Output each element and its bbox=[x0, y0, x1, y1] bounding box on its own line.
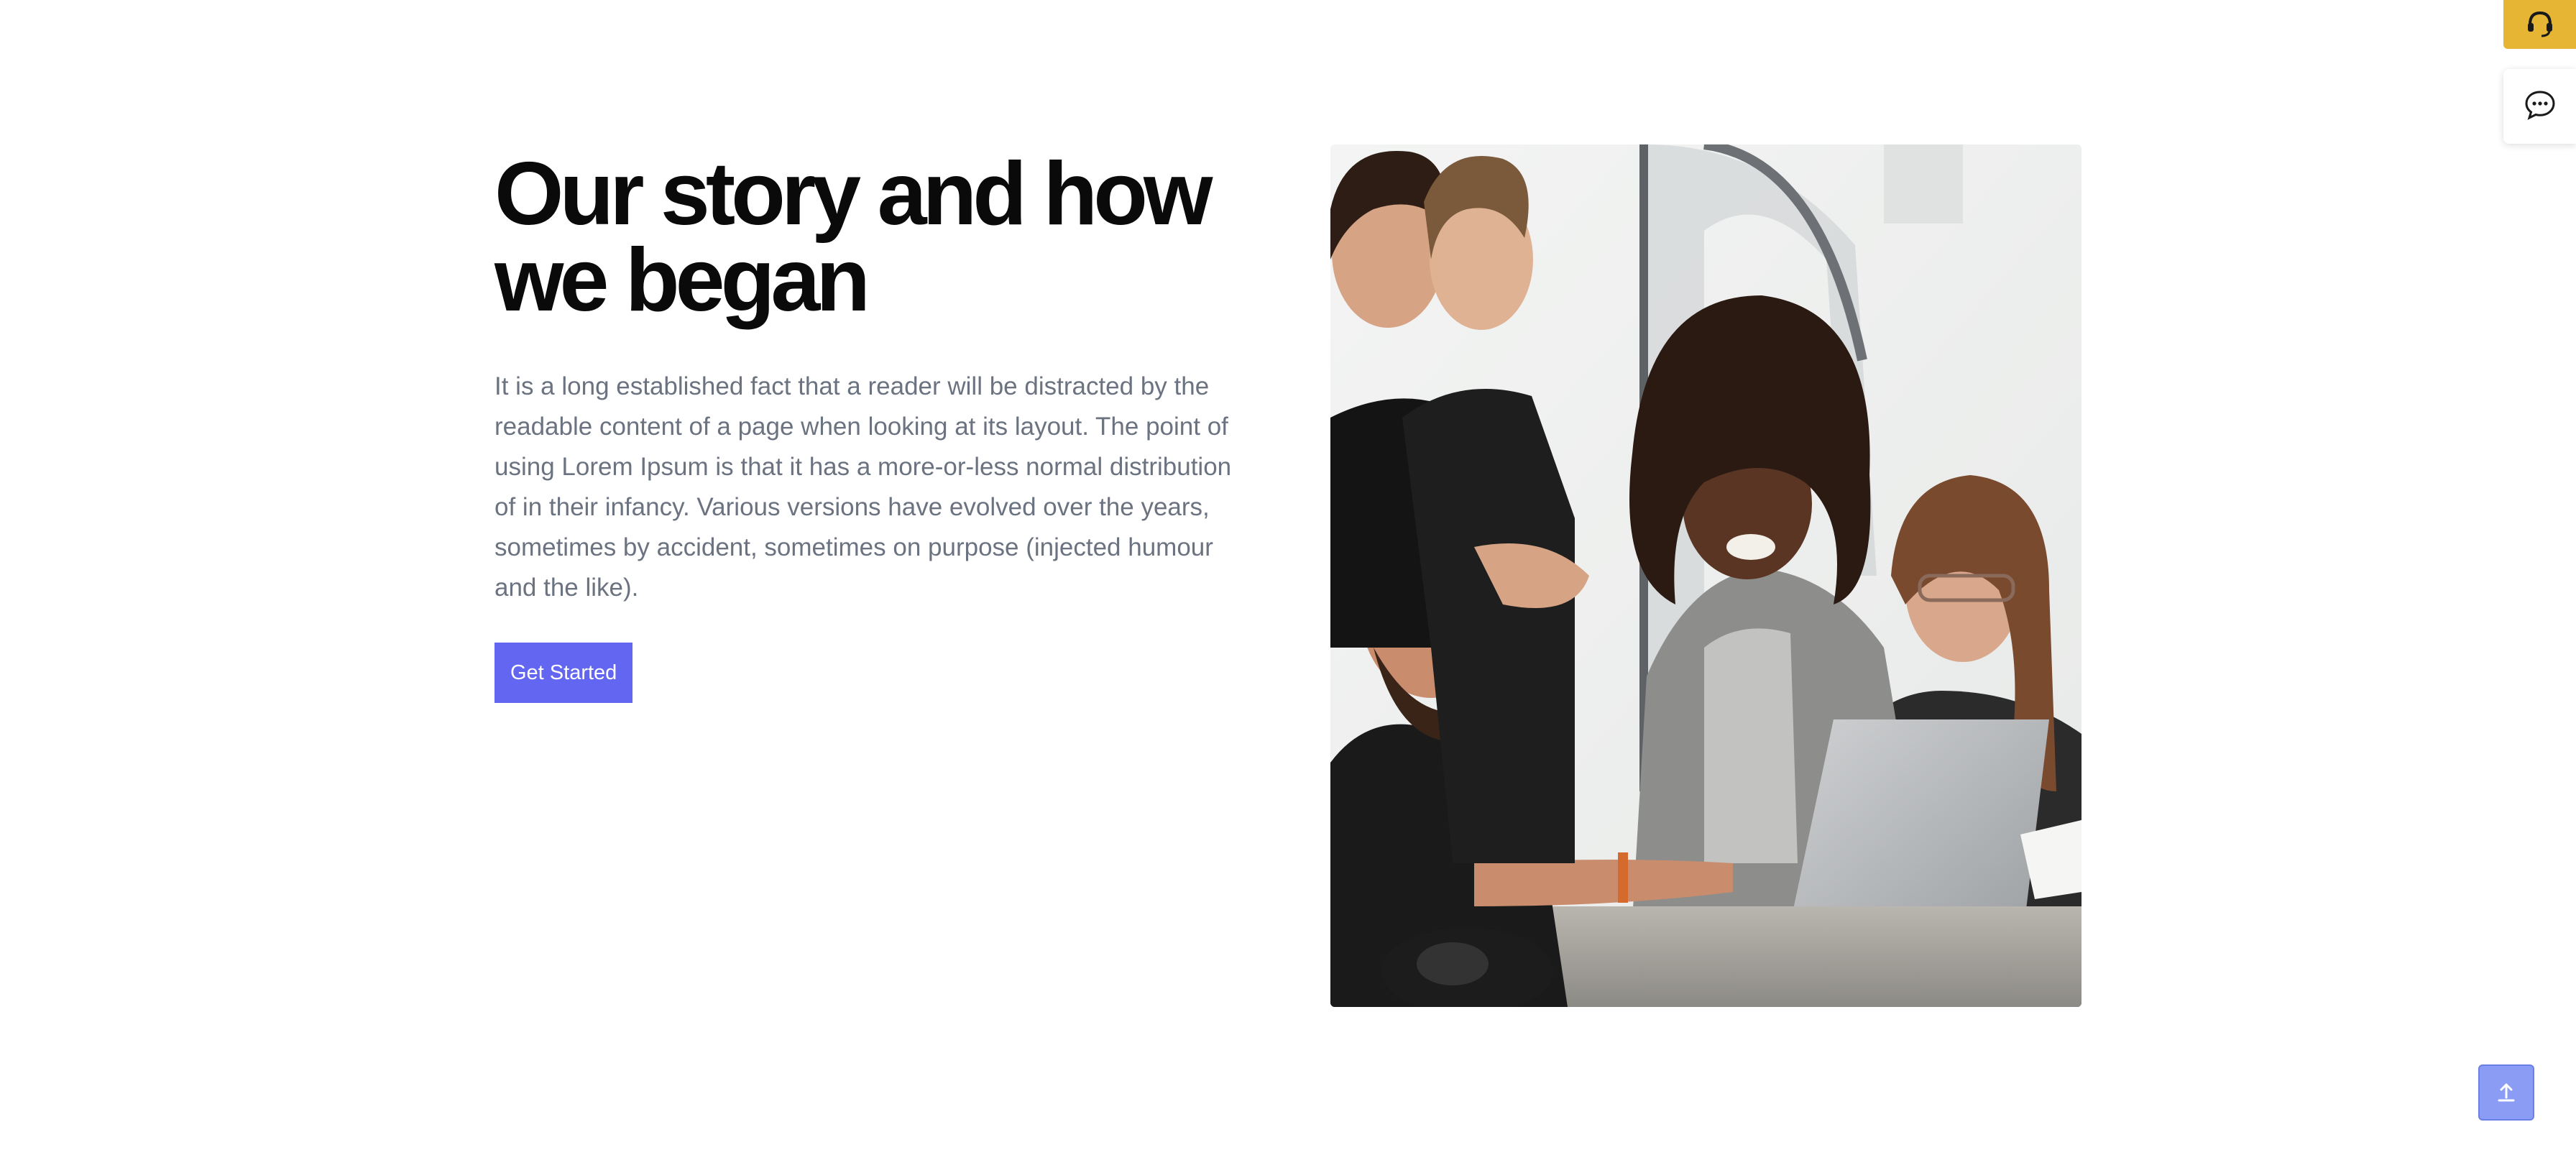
chat-bubble-icon bbox=[2523, 88, 2557, 126]
chat-tab[interactable] bbox=[2503, 69, 2576, 144]
headset-icon bbox=[2524, 7, 2556, 42]
arrow-up-icon bbox=[2493, 1079, 2519, 1107]
title-line-2: we began bbox=[494, 231, 870, 330]
title-line-1: Our story and how bbox=[494, 144, 1213, 244]
team-photo bbox=[1330, 144, 2082, 1007]
story-section: Our story and how we began It is a long … bbox=[494, 150, 1256, 703]
page: Our story and how we began It is a long … bbox=[0, 0, 2576, 1150]
story-paragraph: It is a long established fact that a rea… bbox=[494, 372, 1232, 602]
page-title: Our story and how we began bbox=[494, 150, 1256, 325]
scroll-to-top-button[interactable] bbox=[2478, 1064, 2534, 1121]
support-tab[interactable] bbox=[2503, 0, 2576, 49]
get-started-button[interactable]: Get Started bbox=[494, 643, 633, 703]
